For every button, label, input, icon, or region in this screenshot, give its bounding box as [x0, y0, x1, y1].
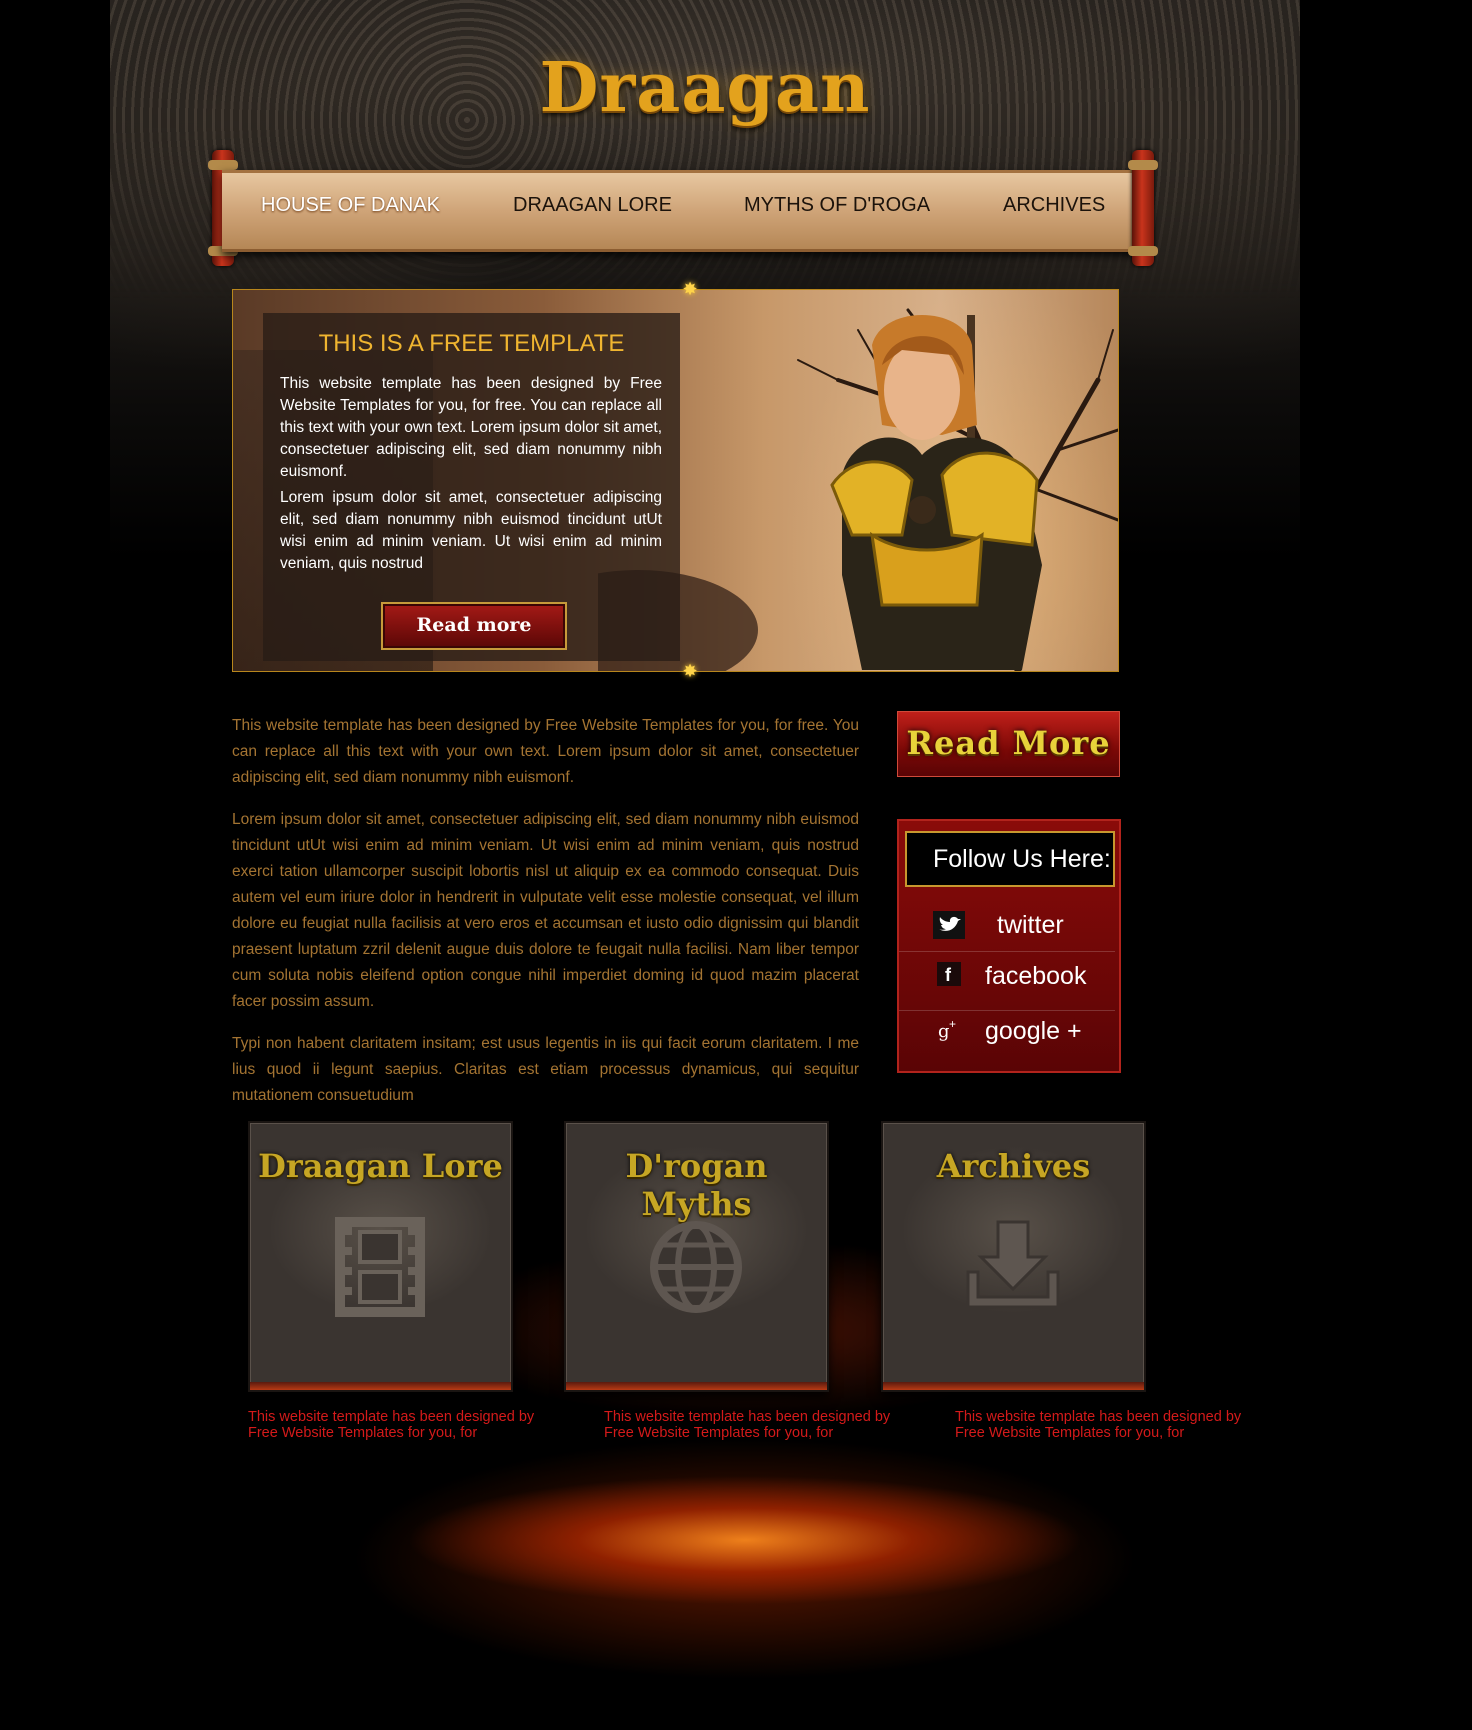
film-strip-icon	[335, 1217, 425, 1317]
main-paragraph-1: This website template has been designed …	[232, 717, 859, 786]
site-logo[interactable]: Draagan	[110, 48, 1300, 128]
nav-item-myths-of-droga[interactable]: MYTHS OF D'ROGA	[744, 194, 930, 217]
social-link-google-plus[interactable]: g + google +	[899, 1010, 1115, 1065]
nav-item-draagan-lore[interactable]: DRAAGAN LORE	[513, 194, 672, 217]
main-paragraph-2: Lorem ipsum dolor sit amet, consectetuer…	[232, 811, 859, 1010]
twitter-icon	[933, 911, 965, 939]
nav-item-house-of-danak[interactable]: HOUSE OF DANAK	[261, 194, 440, 217]
sparkle-icon: ✸	[682, 279, 698, 299]
feature-tile-draagan-lore[interactable]: Draagan Lore	[248, 1121, 513, 1392]
feature-title: D'rogan Myths	[625, 1147, 768, 1223]
lava-pit-illustration	[240, 1350, 1250, 1730]
feature-title: Draagan Lore	[258, 1147, 503, 1185]
follow-us-panel: Follow Us Here: twitter f facebook g + go…	[897, 819, 1121, 1073]
svg-text:+: +	[949, 1017, 956, 1031]
follow-us-title: Follow Us Here:	[933, 845, 1111, 873]
feature-caption: This website template has been designed …	[955, 1409, 1242, 1441]
nav-item-archives[interactable]: ARCHIVES	[1003, 194, 1105, 217]
svg-text:f: f	[945, 965, 952, 985]
feature-tile-archives[interactable]: Archives	[881, 1121, 1146, 1392]
feature-tile-drogan-myths[interactable]: D'rogan Myths	[564, 1121, 829, 1392]
sparkle-icon: ✸	[682, 661, 698, 681]
facebook-icon: f	[933, 962, 965, 990]
feature-caption: This website template has been designed …	[248, 1409, 535, 1441]
hero-text-panel: THIS IS A FREE TEMPLATE This website tem…	[263, 313, 680, 661]
warrior-woman-illustration	[830, 315, 1042, 670]
feature-title: Archives	[936, 1147, 1091, 1185]
google-plus-label: google +	[985, 1017, 1082, 1045]
main-paragraph-3: Typi non habent claritatem insitam; est …	[232, 1035, 859, 1104]
read-more-button[interactable]: Read More	[897, 711, 1120, 777]
hero-paragraph-1: This website template has been designed …	[280, 375, 662, 480]
feature-caption: This website template has been designed …	[604, 1409, 891, 1441]
facebook-label: facebook	[985, 962, 1087, 990]
follow-us-header: Follow Us Here:	[905, 831, 1115, 887]
twitter-label: twitter	[997, 911, 1064, 939]
dragon-relief-texture	[110, 0, 1300, 300]
google-plus-icon: g +	[933, 1017, 965, 1045]
svg-text:g: g	[938, 1021, 950, 1042]
social-link-facebook[interactable]: f facebook	[899, 951, 1115, 1006]
hero-paragraph-2: Lorem ipsum dolor sit amet, consectetuer…	[280, 489, 662, 572]
social-link-twitter[interactable]: twitter	[899, 903, 1115, 957]
download-icon	[966, 1220, 1060, 1309]
main-nav: HOUSE OF DANAK DRAAGAN LORE MYTHS OF D'R…	[222, 170, 1142, 246]
hero-title: THIS IS A FREE TEMPLATE	[318, 330, 625, 357]
globe-icon	[650, 1221, 742, 1313]
hero-read-more-button[interactable]: Read more	[381, 602, 567, 650]
